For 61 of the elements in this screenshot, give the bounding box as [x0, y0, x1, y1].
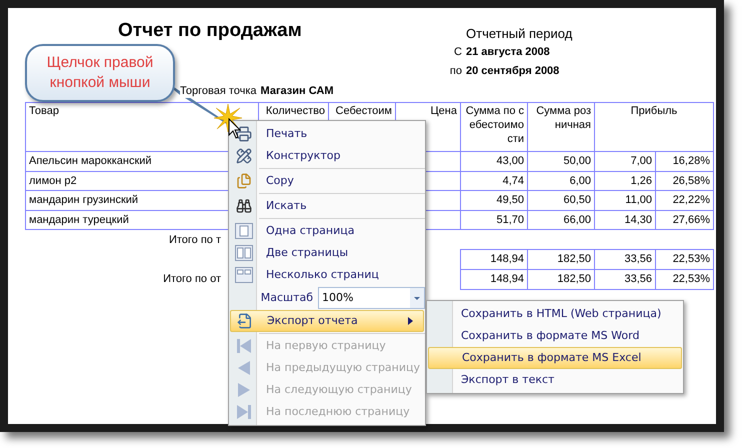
- pencil-ruler-icon: [236, 148, 252, 164]
- table-cell: 43,00: [460, 152, 528, 171]
- multiple-pages-icon: [235, 267, 253, 283]
- table-cell: 7,00: [594, 152, 656, 171]
- caret-icon: [410, 288, 424, 308]
- table-cell: 50,00: [528, 152, 594, 171]
- table-cell: 22,22%: [656, 190, 714, 210]
- table-cell: 22,53%: [656, 250, 714, 270]
- zoom-label: Масштаб: [260, 290, 314, 306]
- table-cell: 14,30: [594, 210, 656, 230]
- column-header: Прибыль: [594, 102, 714, 152]
- submenu-item[interactable]: Сохранить в HTML (Web страница): [427, 303, 683, 325]
- export-icon: [237, 313, 253, 329]
- table-cell: 27,66%: [656, 210, 714, 230]
- submenu-item[interactable]: Экспорт отчета: [230, 310, 424, 332]
- table-cell: 1,26: [594, 171, 656, 190]
- table-cell: 4,74: [460, 171, 528, 190]
- table-cell: 182,50: [528, 270, 594, 290]
- submenu-item[interactable]: Сохранить в формате MS Word: [427, 325, 683, 347]
- period-label: Отчетный период: [466, 26, 572, 41]
- table-cell: 60,50: [528, 190, 594, 210]
- subtotal-label: Итого по т: [168, 233, 221, 248]
- period-from-prefix: С: [453, 45, 462, 60]
- first-page-icon: [236, 338, 252, 354]
- table-cell: 33,56: [594, 270, 656, 290]
- total-label: Итого по от: [163, 272, 221, 286]
- callout-bubble: Щелчок правой кнопкой мыши: [25, 44, 175, 102]
- menu-item[interactable]: Две страницы: [229, 242, 425, 264]
- submenu-arrow-icon: [408, 317, 413, 325]
- table-cell: 148,94: [460, 250, 528, 270]
- menu-item[interactable]: Несколько страниц: [229, 264, 425, 286]
- documents-icon: [236, 173, 252, 189]
- table-cell: 33,56: [594, 250, 656, 270]
- previous-page-icon: [236, 360, 252, 376]
- next-page-icon: [236, 382, 252, 398]
- table-cell: 49,50: [460, 190, 528, 210]
- table-cell: 6,00: [528, 171, 594, 190]
- table-cell: 16,28%: [656, 152, 714, 171]
- table-cell: 51,70: [460, 210, 528, 230]
- column-header: Сумма по себестоимости: [460, 102, 528, 152]
- binoculars-icon: [236, 198, 252, 214]
- report-title: Отчет по продажам: [118, 20, 302, 41]
- table-cell: 66,00: [528, 210, 594, 230]
- starburst-icon: [214, 104, 242, 132]
- single-page-icon: [235, 223, 253, 239]
- store-label: Торговая точка: [180, 84, 257, 98]
- table-cell: 148,94: [460, 270, 528, 290]
- two-pages-icon: [235, 245, 253, 261]
- table-cell: 26,58%: [656, 171, 714, 190]
- table-cell: 22,53%: [656, 270, 714, 290]
- zoom-dropdown[interactable]: 100%: [318, 287, 425, 309]
- column-header: Сумма розничная: [528, 102, 594, 152]
- table-cell: 11,00: [594, 190, 656, 210]
- period-to-prefix: по: [448, 64, 462, 79]
- period-to-date: 20 сентября 2008: [466, 64, 560, 79]
- submenu-item[interactable]: Экспорт в текст: [427, 369, 683, 391]
- printer-icon: [236, 126, 252, 142]
- period-from-date: 21 августа 2008: [466, 45, 551, 60]
- table-cell: 182,50: [528, 250, 594, 270]
- last-page-icon: [236, 404, 252, 420]
- submenu-item[interactable]: Сохранить в формате MS Excel: [428, 347, 682, 369]
